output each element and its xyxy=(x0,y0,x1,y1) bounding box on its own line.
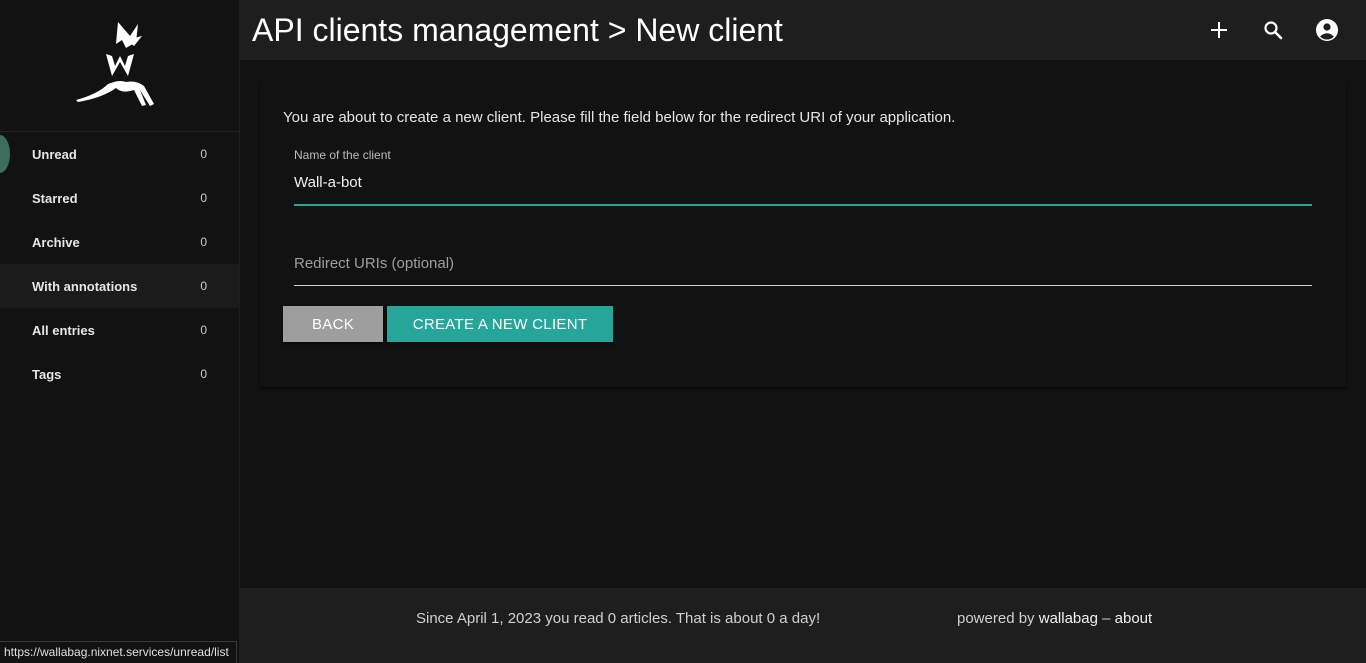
top-actions xyxy=(1192,0,1354,60)
sidebar-item-count: 0 xyxy=(200,323,207,337)
account-circle-icon xyxy=(1316,19,1338,41)
sidebar-item-count: 0 xyxy=(200,279,207,293)
sidebar-item-label: Unread xyxy=(32,146,77,162)
logo-area xyxy=(0,0,239,132)
sidebar-item-count: 0 xyxy=(200,147,207,161)
sidebar-item-label: All entries xyxy=(32,322,95,338)
search-icon xyxy=(1264,21,1283,40)
browser-status-url: https://wallabag.nixnet.services/unread/… xyxy=(0,641,237,663)
create-client-button[interactable]: CREATE A NEW CLIENT xyxy=(387,306,613,342)
intro-text: You are about to create a new client. Pl… xyxy=(283,109,956,126)
client-name-label: Name of the client xyxy=(294,148,391,162)
powered-by-text: powered by xyxy=(957,610,1035,627)
sidebar-item-all-entries[interactable]: All entries 0 xyxy=(0,308,239,352)
sidebar-item-archive[interactable]: Archive 0 xyxy=(0,220,239,264)
sidebar-item-count: 0 xyxy=(200,235,207,249)
add-entry-button[interactable] xyxy=(1192,0,1246,60)
sidebar-item-label: Tags xyxy=(32,366,62,382)
sidebar: Unread 0 Starred 0 Archive 0 With annota… xyxy=(0,0,240,663)
footer: Since April 1, 2023 you read 0 articles.… xyxy=(240,588,1366,663)
powered-by: powered by wallabag – about xyxy=(957,610,1152,627)
sidebar-item-label: With annotations xyxy=(32,278,138,294)
main-content: You are about to create a new client. Pl… xyxy=(240,60,1366,588)
footer-separator: – xyxy=(1102,610,1111,627)
wallabag-link[interactable]: wallabag xyxy=(1039,610,1098,627)
about-link[interactable]: about xyxy=(1115,610,1153,627)
sidebar-item-unread[interactable]: Unread 0 xyxy=(0,132,239,176)
top-bar: API clients management > New client xyxy=(240,0,1366,60)
redirect-uris-field[interactable]: Redirect URIs (optional) xyxy=(294,240,1312,286)
wallabag-logo-icon[interactable] xyxy=(72,18,168,114)
sidebar-item-label: Starred xyxy=(32,190,78,206)
page-title: API clients management > New client xyxy=(252,11,783,48)
sidebar-nav: Unread 0 Starred 0 Archive 0 With annota… xyxy=(0,132,239,396)
sidebar-item-count: 0 xyxy=(200,191,207,205)
sidebar-item-with-annotations[interactable]: With annotations 0 xyxy=(0,264,239,308)
sidebar-item-tags[interactable]: Tags 0 xyxy=(0,352,239,396)
account-button[interactable] xyxy=(1300,0,1354,60)
client-name-input[interactable]: Wall-a-bot xyxy=(294,174,362,191)
sidebar-item-starred[interactable]: Starred 0 xyxy=(0,176,239,220)
reading-stats: Since April 1, 2023 you read 0 articles.… xyxy=(416,610,821,627)
sidebar-item-label: Archive xyxy=(32,234,80,250)
redirect-uris-input[interactable]: Redirect URIs (optional) xyxy=(294,255,454,272)
active-indicator xyxy=(0,135,10,173)
client-name-field[interactable]: Name of the client Wall-a-bot xyxy=(294,146,1312,206)
plus-icon xyxy=(1211,22,1227,38)
back-button[interactable]: BACK xyxy=(283,306,383,342)
sidebar-item-count: 0 xyxy=(200,367,207,381)
search-button[interactable] xyxy=(1246,0,1300,60)
new-client-card: You are about to create a new client. Pl… xyxy=(260,80,1346,387)
